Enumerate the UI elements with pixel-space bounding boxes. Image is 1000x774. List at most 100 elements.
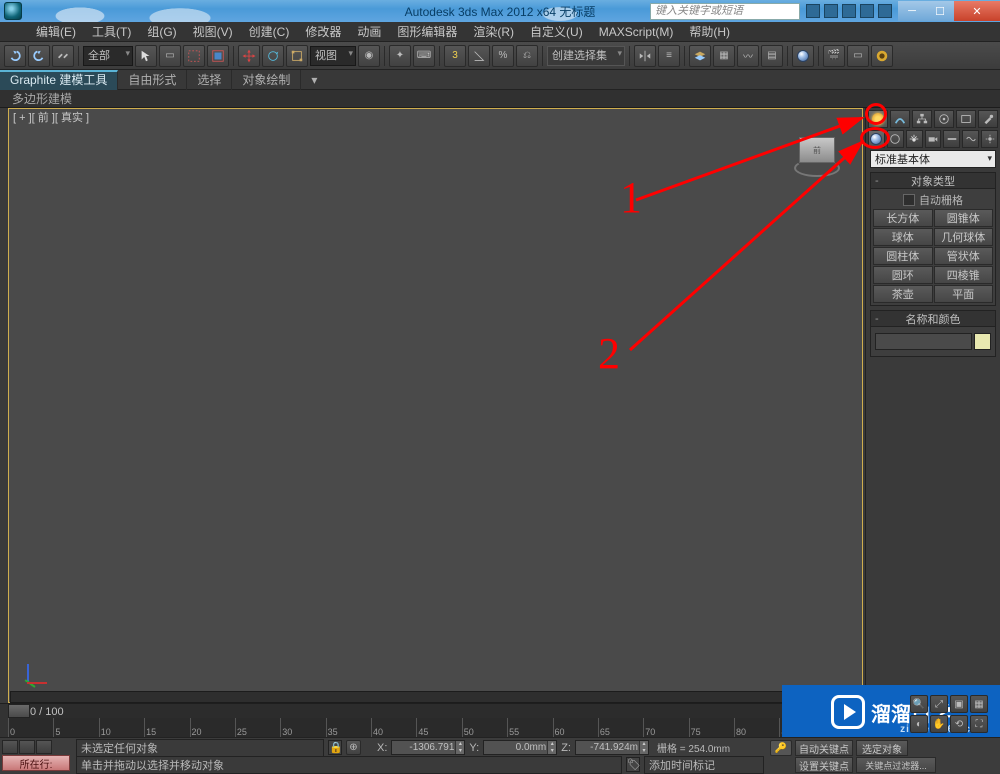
menu-customize[interactable]: 自定义(U) xyxy=(522,21,591,42)
menu-rendering[interactable]: 渲染(R) xyxy=(465,21,522,42)
graphite-toggle-button[interactable]: ▦ xyxy=(713,45,735,67)
viewport-label[interactable]: [ + ][ 前 ][ 真实 ] xyxy=(13,109,89,125)
set-key-button-icon[interactable]: 🔑 xyxy=(770,740,792,756)
angle-snap-button[interactable] xyxy=(468,45,490,67)
modify-tab[interactable] xyxy=(890,110,910,128)
pan-button[interactable]: ✋ xyxy=(930,715,948,733)
help-search-input[interactable]: 键入关键字或短语 xyxy=(650,3,800,20)
keyboard-shortcut-button[interactable]: ⌨ xyxy=(413,45,435,67)
geometry-subtab[interactable] xyxy=(868,130,885,148)
window-crossing-button[interactable] xyxy=(207,45,229,67)
tube-button[interactable]: 管状体 xyxy=(934,247,994,265)
link-button[interactable] xyxy=(52,45,74,67)
spinner-snap-button[interactable]: ⎌ xyxy=(516,45,538,67)
select-and-scale-button[interactable] xyxy=(286,45,308,67)
use-center-button[interactable]: ◉ xyxy=(358,45,380,67)
script-listener-line[interactable]: 所在行: xyxy=(2,755,70,771)
viewport-front[interactable]: [ + ][ 前 ][ 真实 ] 前 xyxy=(8,108,863,703)
minimize-button[interactable]: ─ xyxy=(898,1,926,21)
motion-tab[interactable] xyxy=(934,110,954,128)
selection-lock-button[interactable]: 🔒 xyxy=(328,740,342,755)
ribbon-tab-selection[interactable]: 选择 xyxy=(187,70,232,90)
menu-create[interactable]: 创建(C) xyxy=(241,21,298,42)
autogrid-checkbox[interactable] xyxy=(903,194,915,206)
name-color-header[interactable]: 名称和颜色 xyxy=(871,311,995,327)
cylinder-button[interactable]: 圆柱体 xyxy=(873,247,933,265)
create-tab[interactable] xyxy=(868,110,888,128)
layer-manager-button[interactable] xyxy=(689,45,711,67)
key-filters-button[interactable]: 关键点过滤器... xyxy=(856,757,936,773)
sphere-button[interactable]: 球体 xyxy=(873,228,933,246)
ribbon-panel-polymodel[interactable]: 多边形建模 xyxy=(6,90,78,107)
time-slider-thumb[interactable] xyxy=(8,704,30,718)
teapot-button[interactable]: 茶壶 xyxy=(873,285,933,303)
ref-coord-dropdown[interactable]: 视图 xyxy=(310,46,356,66)
menu-tools[interactable]: 工具(T) xyxy=(84,21,139,42)
auto-key-button[interactable]: 自动关键点 xyxy=(795,740,853,756)
select-manipulate-button[interactable]: ✦ xyxy=(389,45,411,67)
absolute-mode-button[interactable]: ⊕ xyxy=(346,740,361,755)
select-and-move-button[interactable] xyxy=(238,45,260,67)
time-tag-lock-button[interactable]: 🏷 xyxy=(626,757,640,772)
zoom-extents-button[interactable]: ▣ xyxy=(950,695,968,713)
display-tab[interactable] xyxy=(956,110,976,128)
shapes-subtab[interactable] xyxy=(887,130,904,148)
maxscript-mini-listener-button[interactable] xyxy=(2,740,18,754)
redo-button[interactable] xyxy=(28,45,50,67)
select-region-button[interactable] xyxy=(183,45,205,67)
snap-toggle-3-button[interactable]: 3 xyxy=(444,45,466,67)
selection-filter-dropdown[interactable]: 全部 xyxy=(83,46,133,66)
ribbon-min-icon[interactable]: ▾ xyxy=(301,70,327,90)
menu-edit[interactable]: 编辑(E) xyxy=(28,21,84,42)
track-bar[interactable]: 051015202530354045505560657075808590 xyxy=(8,718,870,738)
geosphere-button[interactable]: 几何球体 xyxy=(934,228,994,246)
y-coord-field[interactable]: 0.0mm▴▾ xyxy=(483,740,557,755)
x-coord-field[interactable]: -1306.791▴▾ xyxy=(391,740,465,755)
menu-help[interactable]: 帮助(H) xyxy=(681,21,738,42)
rendered-frame-button[interactable]: ▭ xyxy=(847,45,869,67)
torus-button[interactable]: 圆环 xyxy=(873,266,933,284)
info-center-icon[interactable] xyxy=(806,4,820,18)
undo-button[interactable] xyxy=(4,45,26,67)
material-editor-button[interactable] xyxy=(792,45,814,67)
object-name-input[interactable] xyxy=(875,333,972,350)
ribbon-tab-freeform[interactable]: 自由形式 xyxy=(118,70,187,90)
align-button[interactable]: ≡ xyxy=(658,45,680,67)
pyramid-button[interactable]: 四棱锥 xyxy=(934,266,994,284)
select-and-rotate-button[interactable] xyxy=(262,45,284,67)
zoom-all-button[interactable]: ⤢ xyxy=(930,695,948,713)
utilities-tab[interactable] xyxy=(978,110,998,128)
selected-set-dropdown[interactable]: 选定对象 xyxy=(856,740,908,756)
menu-graph-editors[interactable]: 图形编辑器 xyxy=(389,21,465,42)
subscription-icon[interactable] xyxy=(824,4,838,18)
macro-recorder-button[interactable] xyxy=(19,740,35,754)
viewport-scrollbar-h[interactable] xyxy=(10,691,861,703)
curve-editor-button[interactable]: 〰 xyxy=(737,45,759,67)
select-object-button[interactable] xyxy=(135,45,157,67)
select-by-name-button[interactable]: ▭ xyxy=(159,45,181,67)
menu-group[interactable]: 组(G) xyxy=(139,21,184,42)
object-type-header[interactable]: 对象类型 xyxy=(871,173,995,189)
spacewarps-subtab[interactable] xyxy=(962,130,979,148)
hierarchy-tab[interactable] xyxy=(912,110,932,128)
listener-button[interactable] xyxy=(36,740,52,754)
orbit-button[interactable]: ⟲ xyxy=(950,715,968,733)
add-time-tag[interactable]: 添加时间标记 xyxy=(644,756,764,774)
menu-view[interactable]: 视图(V) xyxy=(185,21,241,42)
named-selection-sets-dropdown[interactable]: 创建选择集 xyxy=(547,46,625,66)
object-color-swatch[interactable] xyxy=(974,333,991,350)
fov-button[interactable]: ◐ xyxy=(910,715,928,733)
close-button[interactable]: ✕ xyxy=(954,1,1000,21)
render-production-button[interactable] xyxy=(871,45,893,67)
zoom-extents-all-button[interactable]: ▦ xyxy=(970,695,988,713)
set-key-button[interactable]: 设置关键点 xyxy=(795,757,853,773)
help-icon[interactable] xyxy=(878,4,892,18)
maximize-button[interactable]: ☐ xyxy=(926,1,954,21)
viewcube[interactable]: 前 xyxy=(792,131,842,181)
helpers-subtab[interactable] xyxy=(943,130,960,148)
mirror-button[interactable] xyxy=(634,45,656,67)
box-button[interactable]: 长方体 xyxy=(873,209,933,227)
render-setup-button[interactable]: 🎬 xyxy=(823,45,845,67)
cone-button[interactable]: 圆锥体 xyxy=(934,209,994,227)
lights-subtab[interactable] xyxy=(906,130,923,148)
